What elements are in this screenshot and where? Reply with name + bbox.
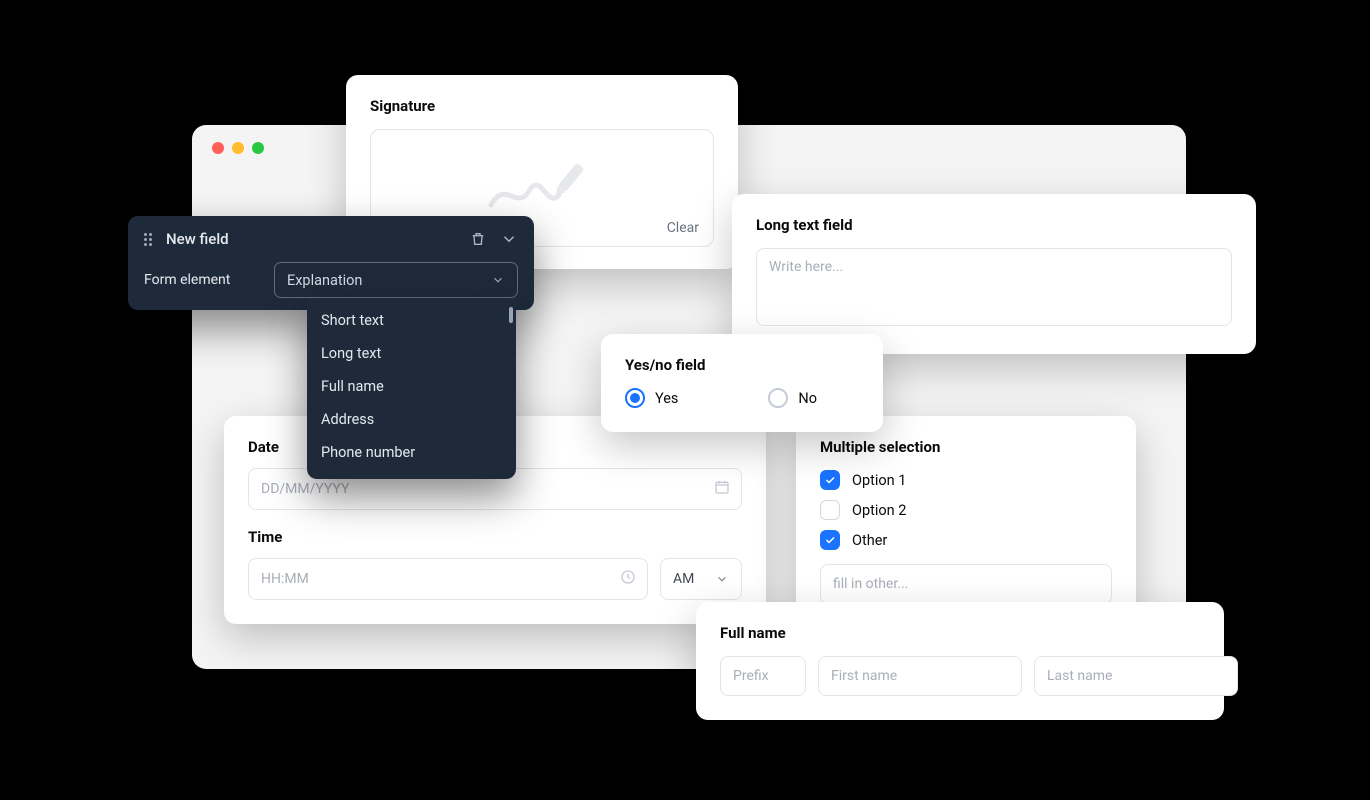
radio-no[interactable]: No	[768, 388, 817, 408]
clock-icon[interactable]	[620, 569, 636, 589]
other-input[interactable]	[820, 564, 1112, 604]
multiple-selection-title: Multiple selection	[820, 438, 1112, 456]
calendar-icon[interactable]	[714, 479, 730, 499]
last-name-input[interactable]	[1034, 656, 1238, 696]
long-text-input[interactable]	[756, 248, 1232, 326]
long-text-card: Long text field	[732, 194, 1256, 354]
maximize-dot[interactable]	[252, 142, 264, 154]
form-element-label: Form element	[144, 272, 254, 288]
minimize-dot[interactable]	[232, 142, 244, 154]
drag-handle-icon[interactable]	[144, 231, 156, 247]
checkbox-icon	[820, 500, 840, 520]
yes-no-card: Yes/no field Yes No	[601, 334, 883, 432]
dropdown-option[interactable]: Long text	[307, 337, 516, 370]
checkbox-label: Option 1	[852, 472, 906, 489]
form-element-dropdown: Short textLong textFull nameAddressPhone…	[307, 298, 516, 479]
ampm-value: AM	[673, 571, 694, 587]
checkbox-option[interactable]: Option 2	[820, 500, 1112, 520]
full-name-card: Full name	[696, 602, 1224, 720]
close-dot[interactable]	[212, 142, 224, 154]
form-element-value: Explanation	[287, 272, 362, 289]
radio-no-label: No	[798, 390, 817, 407]
signature-clear-button[interactable]: Clear	[667, 220, 699, 236]
checkbox-label: Other	[852, 532, 887, 549]
checkbox-option[interactable]: Option 1	[820, 470, 1112, 490]
prefix-input[interactable]	[720, 656, 806, 696]
signature-title: Signature	[370, 97, 714, 115]
radio-icon	[625, 388, 645, 408]
ampm-select[interactable]: AM	[660, 558, 742, 600]
trash-icon[interactable]	[470, 231, 486, 247]
checkbox-option[interactable]: Other	[820, 530, 1112, 550]
dropdown-option[interactable]: Short text	[307, 304, 516, 337]
window-traffic-lights	[212, 142, 264, 154]
time-label: Time	[248, 528, 742, 546]
chevron-down-icon	[715, 572, 729, 586]
dropdown-option[interactable]: Phone number	[307, 436, 516, 469]
dropdown-option[interactable]: Address	[307, 403, 516, 436]
chevron-down-icon[interactable]	[500, 230, 518, 248]
chevron-down-icon	[491, 273, 505, 287]
first-name-input[interactable]	[818, 656, 1022, 696]
checkbox-icon	[820, 530, 840, 550]
dropdown-scrollbar[interactable]	[509, 307, 513, 323]
checkbox-icon	[820, 470, 840, 490]
checkbox-label: Option 2	[852, 502, 906, 519]
dropdown-option[interactable]: Full name	[307, 370, 516, 403]
yes-no-title: Yes/no field	[625, 356, 859, 374]
full-name-title: Full name	[720, 624, 1200, 642]
form-element-select[interactable]: Explanation	[274, 262, 518, 298]
new-field-panel: New field Form element Explanation	[128, 216, 534, 310]
radio-icon	[768, 388, 788, 408]
long-text-title: Long text field	[756, 216, 1232, 234]
signature-icon	[487, 161, 597, 215]
radio-yes[interactable]: Yes	[625, 388, 678, 408]
radio-yes-label: Yes	[655, 390, 678, 407]
time-input[interactable]	[248, 558, 648, 600]
new-field-title: New field	[166, 230, 460, 248]
multiple-selection-card: Multiple selection Option 1 Option 2 Other	[796, 416, 1136, 628]
